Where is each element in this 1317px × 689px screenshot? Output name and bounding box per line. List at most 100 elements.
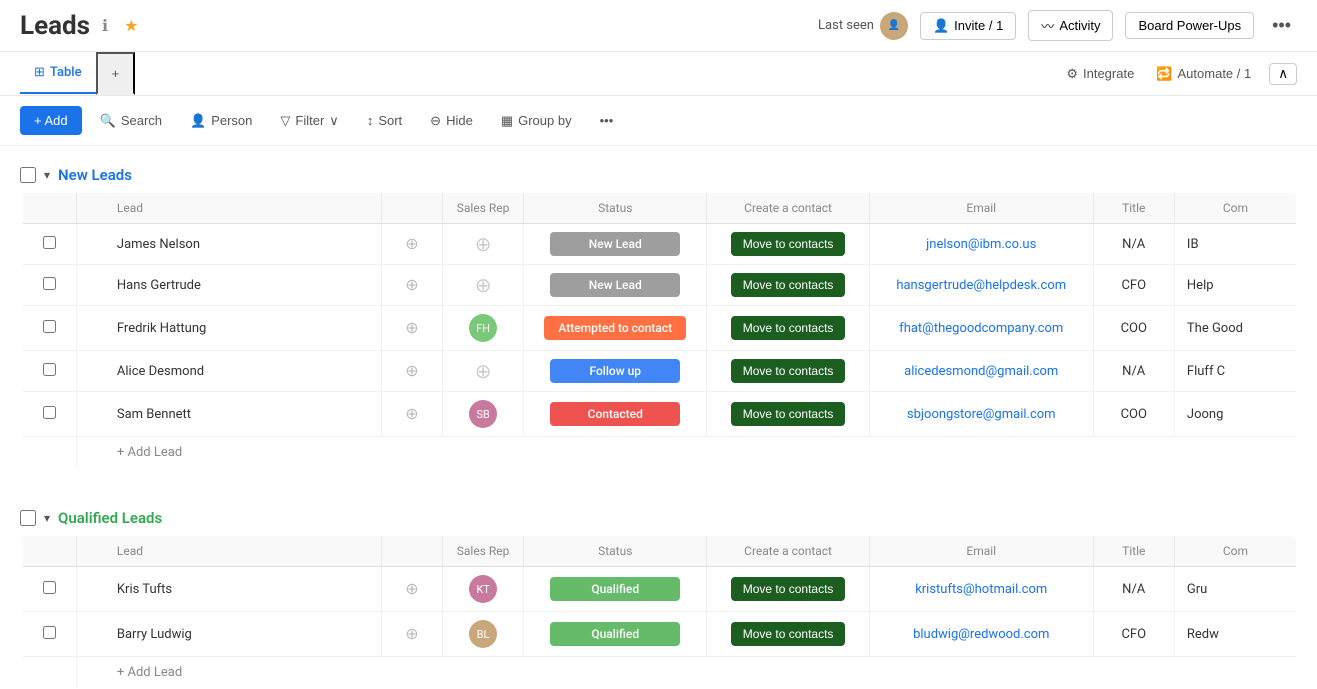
add-lead-link[interactable]: + Add Lead xyxy=(117,665,182,680)
status-badge: New Lead xyxy=(550,232,680,256)
automate-label: Automate / 1 xyxy=(1178,66,1252,81)
add-tab-button[interactable]: + xyxy=(96,52,136,95)
move-to-contacts-button[interactable]: Move to contacts xyxy=(731,577,846,601)
group-by-icon: ▦ xyxy=(501,113,513,129)
status-cell: Qualified xyxy=(524,567,707,612)
email-link[interactable]: kristufts@hotmail.com xyxy=(915,582,1047,597)
lead-name-cell: Alice Desmond xyxy=(76,351,381,392)
add-row-icon[interactable]: ⊕ xyxy=(405,579,418,599)
email-cell: jnelson@ibm.co.us xyxy=(869,224,1093,265)
row-checkbox[interactable] xyxy=(43,406,56,419)
row-checkbox-cell xyxy=(22,612,77,657)
automate-button[interactable]: 🔁 Automate / 1 xyxy=(1152,62,1255,86)
group-by-button[interactable]: ▦ Group by xyxy=(491,107,582,135)
row-actions-cell: ⊕ xyxy=(381,351,442,392)
lead-name-cell: Hans Gertrude xyxy=(76,265,381,306)
email-link[interactable]: jnelson@ibm.co.us xyxy=(926,237,1036,252)
info-icon[interactable]: ℹ xyxy=(98,14,112,38)
th-email: Email xyxy=(869,536,1093,567)
board-powerups-button[interactable]: Board Power-Ups xyxy=(1125,12,1254,39)
hide-button[interactable]: ⊖ Hide xyxy=(420,107,483,135)
row-actions-cell: ⊕ xyxy=(381,224,442,265)
filter-chevron: ∨ xyxy=(329,113,339,129)
invite-button[interactable]: 👤 Invite / 1 xyxy=(920,12,1016,40)
row-checkbox-cell xyxy=(22,351,77,392)
tab-table[interactable]: ⊞ Table xyxy=(20,53,96,94)
add-row-icon[interactable]: ⊕ xyxy=(405,404,418,424)
more-toolbar-button[interactable]: ••• xyxy=(590,107,624,134)
move-to-contacts-button[interactable]: Move to contacts xyxy=(731,273,846,297)
activity-icon: 〰 xyxy=(1041,16,1054,35)
sort-button[interactable]: ↕ Sort xyxy=(357,107,412,134)
table-icon: ⊞ xyxy=(34,65,45,80)
move-to-contacts-button[interactable]: Move to contacts xyxy=(731,359,846,383)
add-row-icon[interactable]: ⊕ xyxy=(405,234,418,254)
th-status: Status xyxy=(524,193,707,224)
company-cell: Fluff C xyxy=(1174,351,1296,392)
row-checkbox-cell xyxy=(22,567,77,612)
email-link[interactable]: bludwig@redwood.com xyxy=(913,627,1049,642)
avatar: SB xyxy=(469,400,497,428)
search-button[interactable]: 🔍 Search xyxy=(90,107,172,135)
th-sales-rep: Sales Rep xyxy=(442,193,523,224)
filter-button[interactable]: ▽ Filter ∨ xyxy=(270,107,348,135)
create-contact-cell: Move to contacts xyxy=(707,612,870,657)
more-options-button[interactable]: ••• xyxy=(1266,13,1297,38)
status-cell: Follow up xyxy=(524,351,707,392)
tab-bar-left: ⊞ Table + xyxy=(20,52,135,95)
email-link[interactable]: sbjoongstore@gmail.com xyxy=(907,407,1056,422)
email-link[interactable]: alicedesmond@gmail.com xyxy=(904,364,1058,379)
qualified-leads-chevron[interactable]: ▾ xyxy=(44,511,50,525)
person-filter-button[interactable]: 👤 Person xyxy=(180,107,262,135)
lead-name-cell: James Nelson xyxy=(76,224,381,265)
move-to-contacts-button[interactable]: Move to contacts xyxy=(731,232,846,256)
invite-label: Invite / 1 xyxy=(954,18,1003,33)
email-link[interactable]: fhat@thegoodcompany.com xyxy=(899,321,1063,336)
email-cell: fhat@thegoodcompany.com xyxy=(869,306,1093,351)
search-icon: 🔍 xyxy=(100,113,116,129)
add-button[interactable]: + Add xyxy=(20,106,82,135)
th-lead: Lead xyxy=(76,536,381,567)
activity-button[interactable]: 〰 Activity xyxy=(1028,10,1113,41)
collapse-button[interactable]: ∧ xyxy=(1269,63,1297,85)
title-cell: COO xyxy=(1093,306,1174,351)
th-check xyxy=(22,193,77,224)
avatar: FH xyxy=(469,314,497,342)
email-link[interactable]: hansgertrude@helpdesk.com xyxy=(896,278,1066,293)
row-checkbox[interactable] xyxy=(43,363,56,376)
new-leads-header: ▾ New Leads xyxy=(20,166,1297,184)
new-leads-chevron[interactable]: ▾ xyxy=(44,168,50,182)
top-header: Leads ℹ ★ Last seen 👤 👤 Invite / 1 〰 Act… xyxy=(0,0,1317,52)
status-badge: Contacted xyxy=(550,402,680,426)
status-badge: New Lead xyxy=(550,273,680,297)
add-row-icon[interactable]: ⊕ xyxy=(405,318,418,338)
company-cell: Redw xyxy=(1174,612,1296,657)
move-to-contacts-button[interactable]: Move to contacts xyxy=(731,402,846,426)
row-checkbox[interactable] xyxy=(43,581,56,594)
qualified-leads-checkbox[interactable] xyxy=(20,510,36,526)
add-row-icon[interactable]: ⊕ xyxy=(405,275,418,295)
lead-name: Sam Bennett xyxy=(117,407,191,422)
row-checkbox[interactable] xyxy=(43,320,56,333)
automate-icon: 🔁 xyxy=(1156,66,1172,82)
add-lead-link[interactable]: + Add Lead xyxy=(117,445,182,460)
move-to-contacts-button[interactable]: Move to contacts xyxy=(731,622,846,646)
lead-name: Fredrik Hattung xyxy=(117,321,206,336)
last-seen-area: Last seen 👤 xyxy=(818,12,908,40)
tab-table-label: Table xyxy=(50,65,82,80)
row-checkbox[interactable] xyxy=(43,277,56,290)
table-row: Sam Bennett ⊕ SB Contacted Move to conta… xyxy=(22,392,1297,437)
email-cell: sbjoongstore@gmail.com xyxy=(869,392,1093,437)
person-icon: 👤 xyxy=(933,18,949,34)
avatar: KT xyxy=(469,575,497,603)
new-leads-checkbox[interactable] xyxy=(20,167,36,183)
add-row-icon[interactable]: ⊕ xyxy=(405,624,418,644)
status-badge: Qualified xyxy=(550,577,680,601)
row-checkbox[interactable] xyxy=(43,626,56,639)
integrate-button[interactable]: ⚙ Integrate xyxy=(1062,62,1138,86)
row-checkbox[interactable] xyxy=(43,236,56,249)
star-icon[interactable]: ★ xyxy=(120,14,142,38)
title-cell: N/A xyxy=(1093,351,1174,392)
move-to-contacts-button[interactable]: Move to contacts xyxy=(731,316,846,340)
add-row-icon[interactable]: ⊕ xyxy=(405,361,418,381)
